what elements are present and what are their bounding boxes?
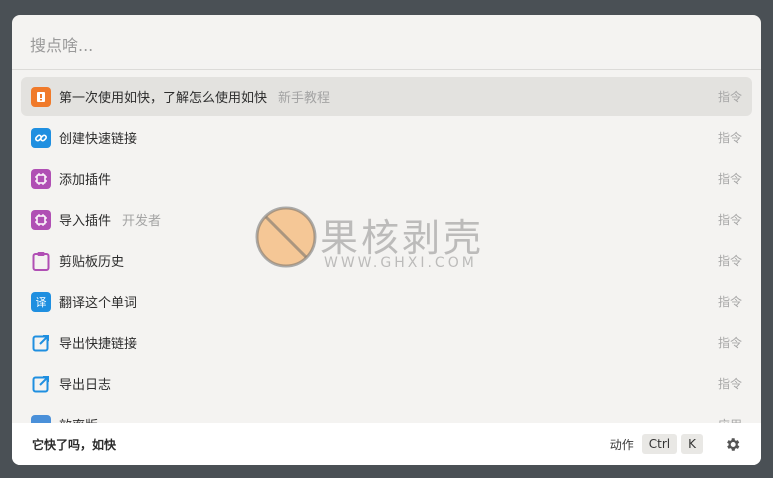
- plugin-icon: [31, 168, 51, 189]
- link-icon: [31, 127, 51, 148]
- item-title: 剪贴板历史: [59, 255, 125, 270]
- item-subtitle: 新手教程: [278, 91, 331, 106]
- item-title: 导出快捷链接: [59, 337, 138, 352]
- item-title: 创建快速链接: [59, 132, 138, 147]
- item-type: 指令: [717, 377, 742, 391]
- item-type: 指令: [717, 131, 742, 145]
- export-icon: [31, 333, 51, 353]
- list-item[interactable]: 第一次使用如快，了解怎么使用如快 新手教程 指令: [21, 77, 752, 116]
- item-title: 导出日志: [59, 378, 112, 393]
- item-type: 指令: [717, 295, 742, 309]
- item-type: 指令: [717, 90, 742, 104]
- gear-icon[interactable]: [723, 435, 741, 453]
- actions-button[interactable]: 动作: [610, 436, 634, 453]
- launcher-window: 第一次使用如快，了解怎么使用如快 新手教程 指令 创建快速链接 指令 添加插件 …: [12, 15, 761, 465]
- list-item[interactable]: 导入插件 开发者 指令: [21, 200, 752, 239]
- export-icon: [31, 374, 51, 394]
- item-title: 翻译这个单词: [59, 296, 138, 311]
- item-type: 应用: [718, 416, 742, 423]
- item-title: 添加插件: [59, 173, 112, 188]
- ctrl-key: Ctrl: [641, 434, 678, 454]
- list-item[interactable]: 添加插件 指令: [21, 159, 752, 198]
- clipboard-icon: [31, 251, 51, 271]
- item-title: 效率版: [59, 415, 98, 423]
- list-item[interactable]: 创建快速链接 指令: [21, 118, 752, 157]
- list-item[interactable]: 译 翻译这个单词 指令: [21, 282, 752, 321]
- item-type: 指令: [717, 213, 742, 227]
- list-item[interactable]: 导出快捷链接 指令: [21, 323, 752, 362]
- item-type: 指令: [717, 336, 742, 350]
- plugin-icon: [31, 209, 51, 230]
- results-list: 第一次使用如快，了解怎么使用如快 新手教程 指令 创建快速链接 指令 添加插件 …: [12, 77, 761, 423]
- footer: 它快了吗，如快 动作 Ctrl K: [12, 423, 761, 465]
- list-item[interactable]: 导出日志 指令: [21, 364, 752, 403]
- item-title: 第一次使用如快，了解怎么使用如快: [59, 91, 268, 106]
- k-key: K: [681, 434, 703, 454]
- search-bar: [12, 15, 761, 70]
- footer-message: 它快了吗，如快: [32, 437, 117, 452]
- item-type: 指令: [717, 172, 742, 186]
- search-input[interactable]: [28, 31, 732, 59]
- translate-icon: 译: [31, 291, 51, 312]
- app-icon: [31, 414, 51, 423]
- list-item[interactable]: 剪贴板历史 指令: [21, 241, 752, 280]
- item-subtitle: 开发者: [122, 214, 162, 229]
- item-title: 导入插件: [59, 214, 112, 229]
- list-item[interactable]: 效率版 应用: [21, 405, 752, 423]
- tutorial-icon: [31, 86, 51, 107]
- footer-actions: 动作 Ctrl K: [610, 423, 741, 465]
- item-type: 指令: [717, 254, 742, 268]
